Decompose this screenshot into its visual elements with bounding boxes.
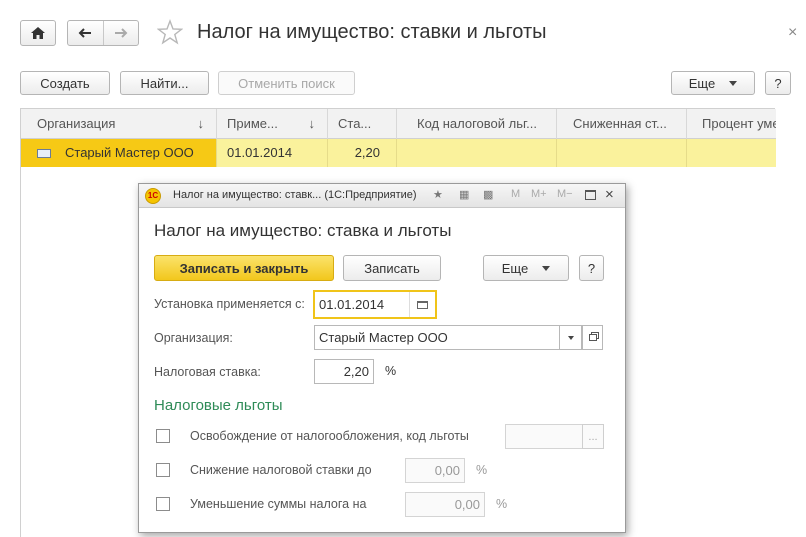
- cancel-search-button[interactable]: Отменить поиск: [218, 71, 355, 95]
- forward-button[interactable]: [104, 21, 139, 45]
- memory-icon[interactable]: M: [511, 188, 520, 200]
- tax-decrease-checkbox[interactable]: [156, 497, 170, 511]
- find-button[interactable]: Найти...: [120, 71, 209, 95]
- nav-group: [67, 20, 139, 46]
- sort-arrow-icon: ↓: [308, 116, 316, 131]
- exemption-code-field[interactable]: [505, 424, 583, 449]
- column-header-date[interactable]: Приме... ↓: [217, 109, 328, 139]
- sort-arrow-icon: ↓: [197, 116, 205, 131]
- cell-benefit-code: [397, 139, 557, 167]
- more-button[interactable]: Еще: [483, 255, 569, 281]
- calculator-icon[interactable]: ▦: [459, 188, 469, 201]
- chevron-down-icon: [729, 80, 738, 86]
- chevron-down-icon: [567, 335, 574, 340]
- record-dialog: 1С Налог на имущество: ставк... (1С:Пред…: [138, 183, 626, 533]
- date-label: Установка применяется с:: [154, 297, 305, 311]
- rate-reduction-field[interactable]: 0,00: [405, 458, 465, 483]
- rate-reduction-checkbox[interactable]: [156, 463, 170, 477]
- maximize-icon[interactable]: [585, 190, 596, 200]
- dialog-titlebar[interactable]: 1С Налог на имущество: ставк... (1С:Пред…: [139, 184, 625, 208]
- save-and-close-button[interactable]: Записать и закрыть: [154, 255, 334, 281]
- arrow-right-icon: [114, 28, 128, 38]
- organization-open-button[interactable]: [582, 325, 603, 350]
- tax-rate-label: Налоговая ставка:: [154, 365, 261, 379]
- organization-field[interactable]: Старый Мастер ООО: [314, 325, 560, 350]
- date-field[interactable]: 01.01.2014: [313, 290, 437, 319]
- column-header-benefit-code[interactable]: Код налоговой льг...: [397, 109, 557, 139]
- table-row[interactable]: Старый Мастер ООО 01.01.2014 2,20: [21, 139, 776, 167]
- exemption-checkbox[interactable]: [156, 429, 170, 443]
- back-button[interactable]: [68, 21, 104, 45]
- page-title: Налог на имущество: ставки и льготы: [197, 21, 547, 43]
- cell-percent: [687, 139, 776, 167]
- close-icon[interactable]: ×: [788, 24, 797, 42]
- organization-dropdown-button[interactable]: [560, 325, 582, 350]
- tax-decrease-label: Уменьшение суммы налога на: [190, 497, 367, 511]
- tax-rate-unit: %: [385, 364, 397, 378]
- rate-reduction-unit: %: [476, 463, 488, 477]
- cell-date: 01.01.2014: [217, 139, 328, 167]
- home-icon: [31, 27, 45, 39]
- cell-organization: Старый Мастер ООО: [21, 139, 217, 167]
- chevron-down-icon: [542, 265, 551, 271]
- record-icon: [37, 149, 51, 159]
- cell-rate: 2,20: [328, 139, 397, 167]
- more-button[interactable]: Еще: [671, 71, 755, 95]
- close-icon[interactable]: ×: [605, 186, 614, 203]
- save-button[interactable]: Записать: [343, 255, 441, 281]
- rate-reduction-label: Снижение налоговой ставки до: [190, 463, 372, 477]
- column-header-organization[interactable]: Организация ↓: [21, 109, 217, 139]
- memory-plus-icon[interactable]: M+: [531, 188, 547, 200]
- app-logo-icon: 1С: [145, 188, 161, 204]
- dialog-window-title: Налог на имущество: ставк... (1С:Предпри…: [173, 189, 417, 201]
- table-header: Организация ↓ Приме... ↓ Ста... Код налого…: [21, 109, 776, 139]
- tax-decrease-field[interactable]: 0,00: [405, 492, 485, 517]
- dialog-title: Налог на имущество: ставка и льготы: [154, 221, 452, 240]
- create-button[interactable]: Создать: [20, 71, 110, 95]
- exemption-label: Освобождение от налогообложения, код льг…: [190, 429, 469, 443]
- calendar-icon[interactable]: ▩: [483, 188, 493, 201]
- column-header-reduced-rate[interactable]: Сниженная ст...: [557, 109, 687, 139]
- more-label: Еще: [688, 75, 716, 91]
- column-header-percent[interactable]: Процент уме: [687, 109, 776, 139]
- open-icon: [588, 334, 597, 341]
- benefits-section-title: Налоговые льготы: [154, 397, 283, 414]
- bookmark-icon[interactable]: ★: [433, 188, 443, 201]
- tax-rate-field[interactable]: 2,20: [314, 359, 374, 384]
- exemption-select-button[interactable]: ...: [582, 424, 604, 449]
- more-label: Еще: [501, 260, 529, 276]
- calendar-icon[interactable]: [409, 292, 435, 317]
- organization-label: Организация:: [154, 331, 233, 345]
- help-button[interactable]: ?: [765, 71, 791, 95]
- home-button[interactable]: [20, 20, 56, 46]
- favorite-star-icon[interactable]: [157, 19, 183, 45]
- help-button[interactable]: ?: [579, 255, 604, 281]
- cell-reduced-rate: [557, 139, 687, 167]
- memory-minus-icon[interactable]: M−: [557, 188, 573, 200]
- column-header-rate[interactable]: Ста...: [328, 109, 397, 139]
- tax-decrease-unit: %: [496, 497, 508, 511]
- arrow-left-icon: [78, 28, 92, 38]
